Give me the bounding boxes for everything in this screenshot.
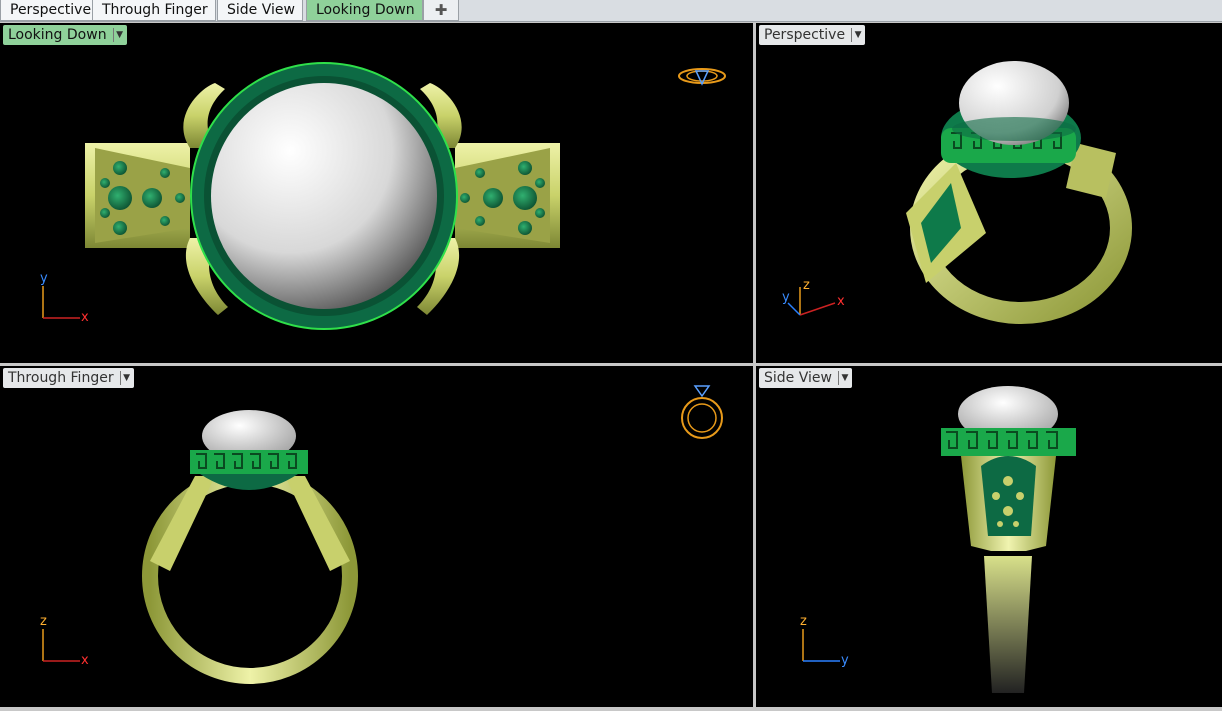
viewport-title: Perspective	[764, 27, 846, 43]
viewport-title: Side View	[764, 370, 832, 386]
ring-top-view-model	[85, 62, 560, 330]
viewport-side-view[interactable]: z y Side View ▼	[756, 366, 1222, 707]
svg-text:x: x	[81, 653, 89, 668]
chevron-down-icon[interactable]: ▼	[112, 28, 126, 42]
svg-text:z: z	[800, 614, 807, 629]
viewport-tab-bar: Perspective Through Finger Side View Loo…	[0, 0, 1222, 22]
ring-gizmo-icon	[681, 385, 723, 439]
viewport-looking-down[interactable]: y x Looking Down ▼	[0, 23, 753, 363]
svg-text:x: x	[81, 310, 89, 325]
axis-indicator-icon: z y x	[782, 278, 845, 316]
viewport-perspective[interactable]: z y x Perspective ▼	[756, 23, 1222, 363]
svg-text:y: y	[782, 290, 790, 305]
chevron-down-icon[interactable]: ▼	[851, 28, 864, 42]
viewport-label-looking-down[interactable]: Looking Down ▼	[3, 25, 127, 45]
tab-looking-down[interactable]: Looking Down	[306, 0, 423, 21]
svg-text:y: y	[841, 653, 849, 668]
viewport-label-perspective[interactable]: Perspective ▼	[759, 25, 866, 45]
ring-front-view-model	[142, 410, 358, 684]
chevron-down-icon[interactable]: ▼	[119, 371, 133, 385]
axis-indicator-icon: z x	[40, 614, 89, 668]
viewport-label-through-finger[interactable]: Through Finger ▼	[3, 368, 134, 388]
svg-text:x: x	[837, 294, 845, 309]
ring-gizmo-icon	[678, 68, 726, 86]
svg-text:z: z	[803, 278, 810, 293]
plus-icon[interactable]: ✚	[423, 0, 459, 21]
axis-indicator-icon: y x	[40, 271, 89, 325]
tab-side-view[interactable]: Side View	[217, 0, 303, 21]
rhino-window: Perspective Through Finger Side View Loo…	[0, 0, 1222, 711]
svg-text:y: y	[40, 271, 48, 286]
axis-indicator-icon: z y	[800, 614, 849, 668]
viewport-title: Looking Down	[8, 27, 107, 43]
viewport-through-finger[interactable]: z x Through Finger ▼	[0, 366, 753, 707]
tab-through-finger[interactable]: Through Finger	[92, 0, 216, 21]
svg-text:z: z	[40, 614, 47, 629]
chevron-down-icon[interactable]: ▼	[837, 371, 851, 385]
viewport-title: Through Finger	[8, 370, 114, 386]
viewport-label-side-view[interactable]: Side View ▼	[759, 368, 852, 388]
tab-perspective[interactable]: Perspective	[0, 0, 100, 21]
